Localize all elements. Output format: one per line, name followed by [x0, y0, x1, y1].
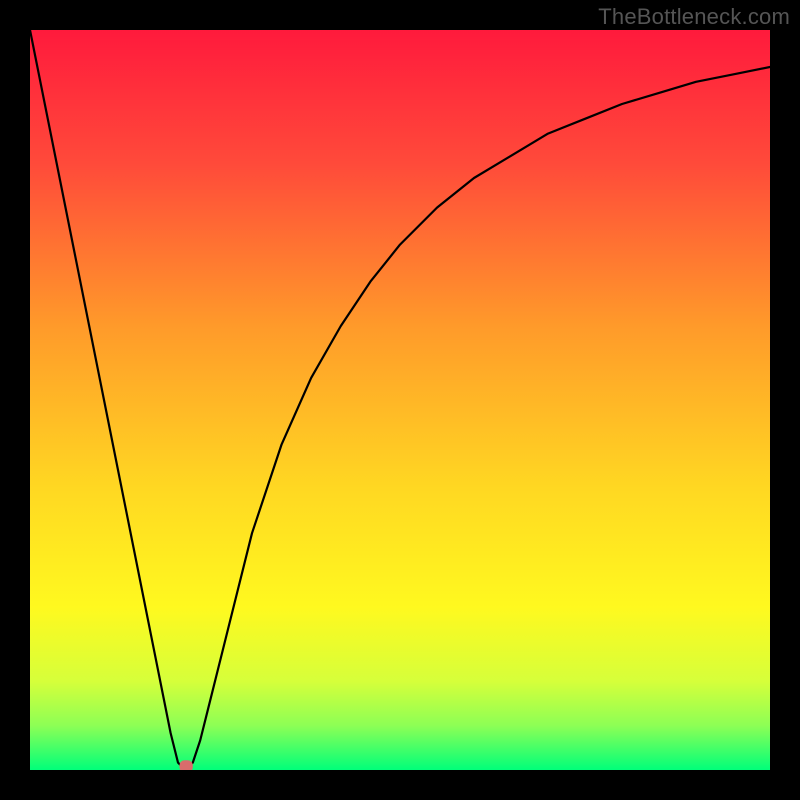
watermark-text: TheBottleneck.com: [598, 4, 790, 30]
chart-frame: TheBottleneck.com: [0, 0, 800, 800]
plot-area: [30, 30, 770, 770]
chart-svg: [30, 30, 770, 770]
optimal-marker: [179, 760, 192, 770]
gradient-background: [30, 30, 770, 770]
